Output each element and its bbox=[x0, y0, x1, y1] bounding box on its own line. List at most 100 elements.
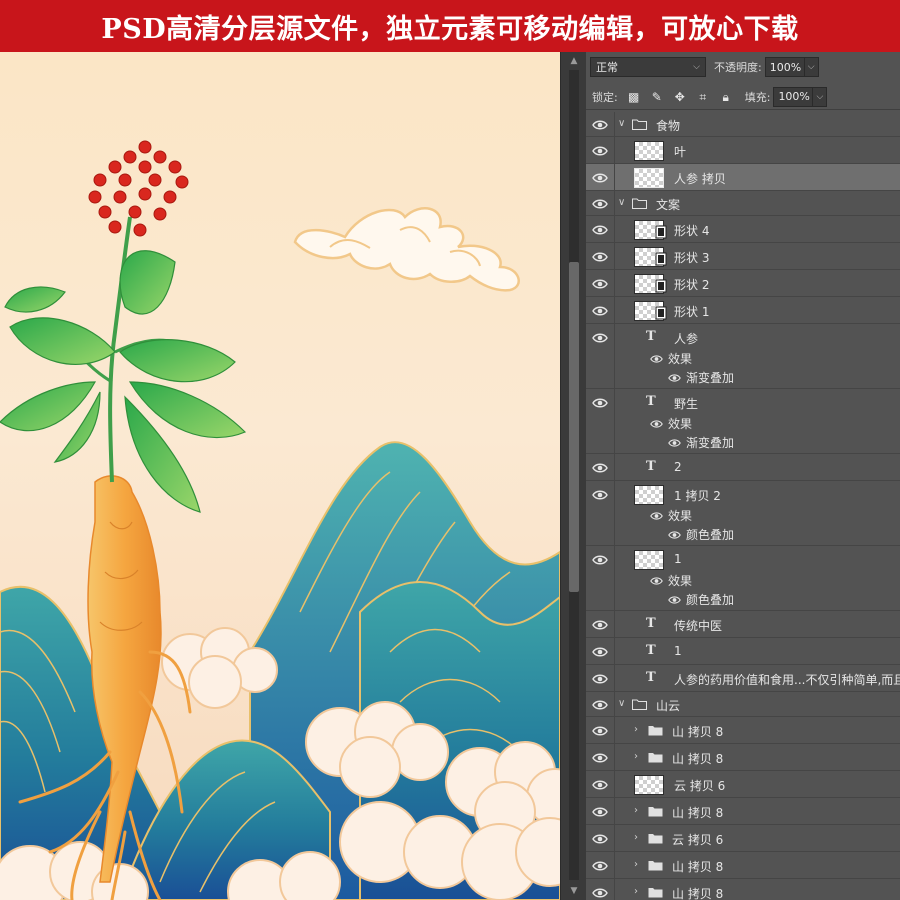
lock-artboard-icon[interactable]: ⌗ bbox=[696, 90, 710, 104]
lock-all-icon[interactable]: 🔒︎ bbox=[719, 90, 733, 104]
layer-group-row[interactable]: › 山 拷贝 8 bbox=[586, 879, 900, 900]
effects-label: 效果 bbox=[668, 417, 693, 431]
layer-name: 形状 4 bbox=[674, 223, 710, 238]
chevron-right-icon[interactable]: › bbox=[634, 832, 638, 843]
visibility-eye-icon[interactable] bbox=[592, 332, 608, 344]
artwork-canvas[interactable] bbox=[0, 52, 560, 900]
layer-row[interactable]: 形状 2 bbox=[586, 270, 900, 297]
vector-mask-icon bbox=[655, 252, 667, 266]
visibility-eye-icon[interactable] bbox=[592, 833, 608, 845]
visibility-eye-icon[interactable] bbox=[592, 887, 608, 899]
visibility-eye-icon[interactable] bbox=[592, 752, 608, 764]
layer-name: 文案 bbox=[656, 197, 681, 212]
layer-row[interactable]: 形状 3 bbox=[586, 243, 900, 270]
visibility-eye-icon[interactable] bbox=[592, 699, 608, 711]
blend-mode-value: 正常 bbox=[596, 61, 618, 74]
layer-name: 山 拷贝 8 bbox=[672, 886, 724, 900]
layer-row[interactable]: 形状 1 bbox=[586, 297, 900, 324]
layer-row[interactable]: T 人参 效果 渐变叠加 bbox=[586, 324, 900, 389]
chevron-down-icon[interactable]: ∨ bbox=[618, 118, 625, 129]
layer-group-row[interactable]: ∨ 山云 bbox=[586, 692, 900, 717]
scroll-up-arrow-icon[interactable]: ▲ bbox=[567, 54, 581, 68]
visibility-eye-icon[interactable] bbox=[592, 554, 608, 566]
layer-name: 野生 bbox=[674, 396, 699, 411]
layer-row[interactable]: 云 拷贝 6 bbox=[586, 771, 900, 798]
chevron-right-icon[interactable]: › bbox=[634, 886, 638, 897]
text-layer-icon: T bbox=[646, 669, 656, 685]
effect-visibility-icon[interactable] bbox=[668, 437, 681, 447]
layer-row[interactable]: 人参 拷贝 bbox=[586, 164, 900, 191]
layer-group-row[interactable]: ∨ 文案 bbox=[586, 191, 900, 216]
visibility-eye-icon[interactable] bbox=[592, 172, 608, 184]
layers-list: ∨ 食物叶人参 拷贝 ∨ 文案 形状 4 形状 3 形状 2 形状 1 T 人参 效果 渐变叠加 T 野生… bbox=[586, 112, 900, 900]
visibility-eye-icon[interactable] bbox=[592, 779, 608, 791]
canvas-scrollbar[interactable]: ▲ ▼ bbox=[560, 52, 586, 900]
lock-position-icon[interactable]: ✥ bbox=[673, 90, 687, 104]
fill-dropdown-icon[interactable]: ⌵ bbox=[813, 86, 828, 107]
visibility-eye-icon[interactable] bbox=[592, 145, 608, 157]
layer-name: 山 拷贝 8 bbox=[672, 751, 724, 766]
visibility-eye-icon[interactable] bbox=[592, 119, 608, 131]
layer-row[interactable]: 1 拷贝 2 效果 颜色叠加 bbox=[586, 481, 900, 546]
visibility-eye-icon[interactable] bbox=[592, 397, 608, 409]
visibility-eye-icon[interactable] bbox=[592, 462, 608, 474]
visibility-eye-icon[interactable] bbox=[592, 806, 608, 818]
layer-group-row[interactable]: › 云 拷贝 6 bbox=[586, 825, 900, 852]
layer-row[interactable]: T 传统中医 bbox=[586, 611, 900, 638]
layer-thumbnail bbox=[634, 484, 664, 505]
layer-row[interactable]: 形状 4 bbox=[586, 216, 900, 243]
visibility-eye-icon[interactable] bbox=[592, 725, 608, 737]
lock-transparent-pixels-icon[interactable]: ▩ bbox=[627, 90, 641, 104]
chevron-down-icon[interactable]: ∨ bbox=[618, 698, 625, 709]
visibility-eye-icon[interactable] bbox=[592, 860, 608, 872]
layer-name: 山 拷贝 8 bbox=[672, 859, 724, 874]
layer-group-row[interactable]: › 山 拷贝 8 bbox=[586, 852, 900, 879]
layer-row[interactable]: T 野生 效果 渐变叠加 bbox=[586, 389, 900, 454]
effects-label: 效果 bbox=[668, 352, 693, 366]
scroll-thumb[interactable] bbox=[569, 262, 579, 592]
effect-visibility-icon[interactable] bbox=[668, 529, 681, 539]
effects-visibility-icon[interactable] bbox=[650, 353, 663, 363]
visibility-eye-icon[interactable] bbox=[592, 278, 608, 290]
visibility-eye-icon[interactable] bbox=[592, 198, 608, 210]
layer-name: 山 拷贝 8 bbox=[672, 724, 724, 739]
layer-row[interactable]: 叶 bbox=[586, 137, 900, 164]
visibility-eye-icon[interactable] bbox=[592, 489, 608, 501]
layer-group-row[interactable]: › 山 拷贝 8 bbox=[586, 744, 900, 771]
effect-visibility-icon[interactable] bbox=[668, 594, 681, 604]
effects-visibility-icon[interactable] bbox=[650, 418, 663, 428]
layer-group-row[interactable]: › 山 拷贝 8 bbox=[586, 798, 900, 825]
effect-visibility-icon[interactable] bbox=[668, 372, 681, 382]
text-layer-icon: T bbox=[646, 642, 656, 658]
effects-visibility-icon[interactable] bbox=[650, 575, 663, 585]
chevron-right-icon[interactable]: › bbox=[634, 724, 638, 735]
fill-input[interactable]: 100% bbox=[773, 86, 814, 107]
blend-mode-select[interactable]: 正常 ⌵ bbox=[590, 57, 706, 77]
chevron-right-icon[interactable]: › bbox=[634, 859, 638, 870]
text-layer-icon: T bbox=[646, 328, 656, 344]
layer-row[interactable]: T1 bbox=[586, 638, 900, 665]
layer-name: 形状 3 bbox=[674, 250, 710, 265]
vector-mask-icon bbox=[655, 225, 667, 239]
chevron-right-icon[interactable]: › bbox=[634, 805, 638, 816]
chevron-right-icon[interactable]: › bbox=[634, 751, 638, 762]
visibility-eye-icon[interactable] bbox=[592, 619, 608, 631]
layer-row[interactable]: T 人参的药用价值和食用...不仅引种简单,而且 bbox=[586, 665, 900, 692]
layer-group-row[interactable]: ∨ 食物 bbox=[586, 112, 900, 137]
folder-icon bbox=[648, 860, 663, 871]
layer-row[interactable]: 1 效果 颜色叠加 bbox=[586, 546, 900, 611]
layer-row[interactable]: T2 bbox=[586, 454, 900, 481]
opacity-input[interactable]: 100% bbox=[764, 57, 805, 77]
opacity-dropdown-icon[interactable]: ⌵ bbox=[804, 57, 819, 77]
visibility-eye-icon[interactable] bbox=[592, 646, 608, 658]
scroll-down-arrow-icon[interactable]: ▼ bbox=[567, 884, 581, 898]
visibility-eye-icon[interactable] bbox=[592, 673, 608, 685]
folder-icon bbox=[632, 119, 647, 130]
effects-visibility-icon[interactable] bbox=[650, 510, 663, 520]
visibility-eye-icon[interactable] bbox=[592, 251, 608, 263]
layer-group-row[interactable]: › 山 拷贝 8 bbox=[586, 717, 900, 744]
lock-image-pixels-icon[interactable]: ✎ bbox=[650, 90, 664, 104]
visibility-eye-icon[interactable] bbox=[592, 224, 608, 236]
visibility-eye-icon[interactable] bbox=[592, 305, 608, 317]
chevron-down-icon[interactable]: ∨ bbox=[618, 197, 625, 208]
